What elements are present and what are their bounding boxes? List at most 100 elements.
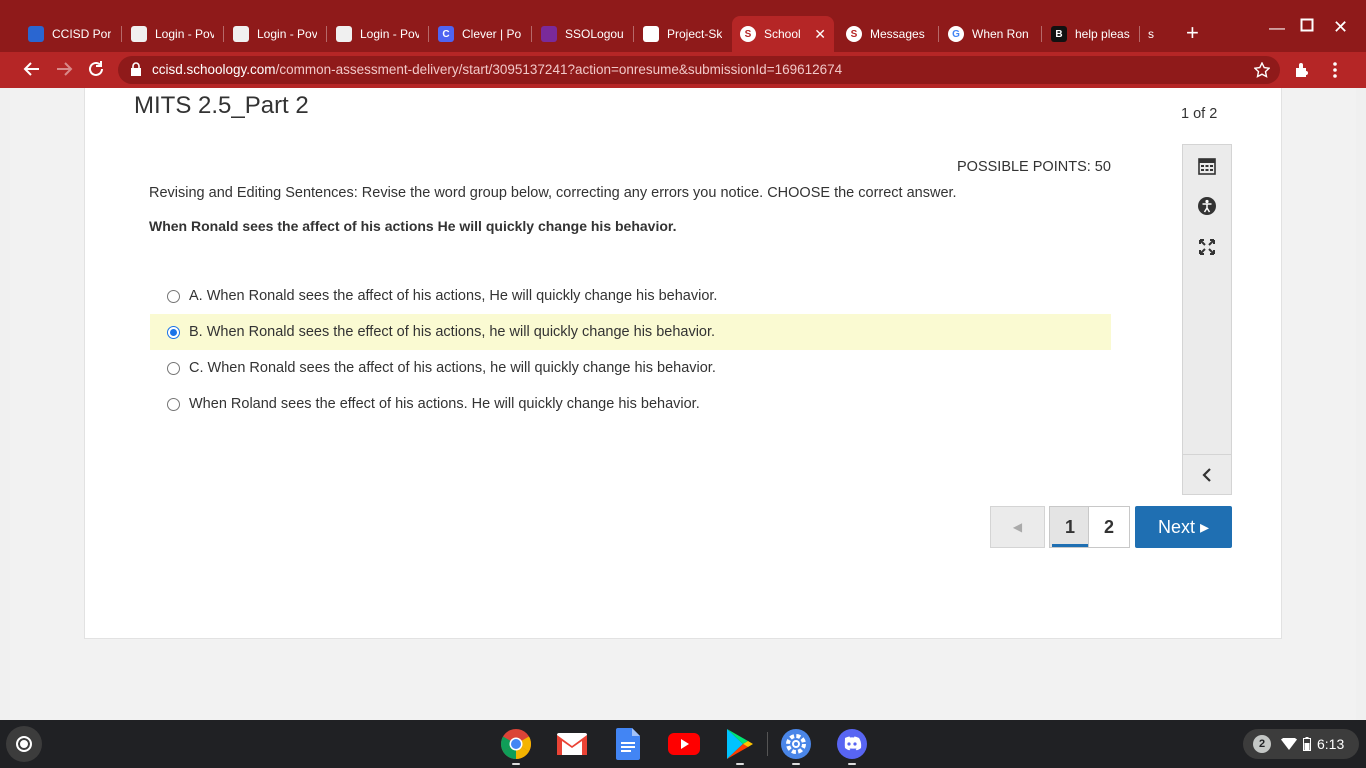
status-tray[interactable]: 2 6:13 (1243, 729, 1359, 759)
sso-icon (541, 26, 557, 42)
tab-title: Project-Sk (667, 27, 722, 41)
radio-button[interactable] (167, 397, 180, 411)
tab-separator (1041, 26, 1042, 42)
answer-choice[interactable]: A. When Ronald sees the affect of his ac… (150, 278, 1111, 314)
assessment-title: MITS 2.5_Part 2 (134, 92, 309, 119)
page-1-button[interactable]: 1 (1049, 506, 1091, 548)
tab-title: sc (1148, 27, 1154, 41)
notification-count: 2 (1253, 735, 1271, 753)
browser-tab[interactable]: Login - Pov (328, 18, 427, 50)
close-window-button[interactable]: ✕ (1333, 17, 1348, 38)
clever-icon: C (438, 26, 454, 42)
play-store-running-indicator (736, 763, 744, 765)
youtube-icon[interactable] (668, 728, 700, 760)
minimize-button[interactable]: — (1269, 20, 1285, 38)
tab-title: Login - Pov (155, 27, 214, 41)
powerschool-icon (336, 26, 352, 42)
tab-title: SSOLogout (565, 27, 624, 41)
back-arrow-icon (23, 62, 39, 76)
ccisd-icon (28, 26, 44, 42)
bookmark-star-icon[interactable] (1252, 60, 1272, 80)
tab-separator (428, 26, 429, 42)
schoology-icon: S (740, 26, 756, 42)
browser-tab[interactable]: G When Ron (940, 18, 1040, 50)
answer-choice-label: B. When Ronald sees the effect of his ac… (189, 324, 716, 340)
accessibility-icon[interactable] (1197, 196, 1217, 216)
url-host: ccisd.schoology.com (152, 62, 276, 77)
browser-tab[interactable]: C Clever | Po (430, 18, 530, 50)
wifi-icon (1281, 738, 1297, 750)
brainly-icon: B (1051, 26, 1067, 42)
tab-title: Login - Pov (360, 27, 419, 41)
next-button[interactable]: Next ▸ (1135, 506, 1232, 548)
browser-tab[interactable]: Project-Sk (635, 18, 730, 50)
chrome-icon[interactable] (500, 728, 532, 760)
question-counter: 1 of 2 (1181, 106, 1218, 122)
browser-tab[interactable]: SSOLogout (533, 18, 632, 50)
reload-button[interactable] (84, 57, 108, 81)
powerschool-icon (233, 26, 249, 42)
browser-tab[interactable]: Bhelp please (1043, 18, 1138, 50)
url-text[interactable]: ccisd.schoology.com/common-assessment-de… (152, 62, 842, 77)
gmail-icon[interactable] (556, 728, 588, 760)
forward-button[interactable] (52, 57, 76, 81)
radio-button[interactable] (167, 289, 180, 303)
tab-title: When Ron (972, 27, 1029, 41)
clock: 6:13 (1317, 736, 1345, 752)
browser-tab[interactable]: CCISD Por (20, 18, 120, 50)
shelf-divider (767, 732, 768, 756)
tab-title: Clever | Po (462, 27, 522, 41)
new-tab-button[interactable]: + (1186, 22, 1199, 44)
google-icon: G (948, 26, 964, 42)
answer-choice-label: C. When Ronald sees the affect of his ac… (189, 360, 716, 376)
tab-separator (633, 26, 634, 42)
tab-title: School (764, 27, 801, 41)
tab-separator (938, 26, 939, 42)
tab-title: help please (1075, 27, 1130, 41)
tab-title: Login - Pov (257, 27, 317, 41)
extensions-icon[interactable] (1292, 60, 1312, 80)
settings-icon[interactable] (780, 728, 812, 760)
discord-icon[interactable] (836, 728, 868, 760)
radio-button[interactable] (167, 325, 180, 339)
browser-tab[interactable]: Login - Pov (225, 18, 325, 50)
question-stem: When Ronald sees the affect of his actio… (149, 218, 677, 234)
maximize-button[interactable] (1300, 18, 1314, 37)
answer-choice-label: A. When Ronald sees the affect of his ac… (189, 288, 718, 304)
browser-menu-icon[interactable] (1325, 60, 1345, 80)
tab-separator (121, 26, 122, 42)
chrome-running-indicator (512, 763, 520, 765)
browser-tab[interactable]: S School ✕ (732, 16, 834, 52)
page-2-button[interactable]: 2 (1088, 506, 1130, 548)
browser-tab[interactable]: S Messages (838, 18, 937, 50)
radio-button[interactable] (167, 361, 180, 375)
schoology-icon: S (846, 26, 862, 42)
answer-choice[interactable]: When Roland sees the effect of his actio… (150, 386, 1111, 422)
battery-icon (1303, 737, 1311, 751)
reload-icon (89, 61, 103, 76)
powerschool-icon (131, 26, 147, 42)
browser-tab[interactable]: Login - Pov (123, 18, 222, 50)
possible-points: POSSIBLE POINTS: 50 (957, 159, 1111, 175)
lock-icon[interactable] (130, 62, 142, 76)
close-tab-icon[interactable]: ✕ (808, 26, 826, 43)
answer-choice-label: When Roland sees the effect of his actio… (189, 396, 700, 412)
tab-title: Messages (870, 27, 925, 41)
tab-title: CCISD Por (52, 27, 112, 41)
previous-page-button[interactable]: ◀ (990, 506, 1045, 548)
launcher-button[interactable] (6, 726, 42, 762)
tab-separator (223, 26, 224, 42)
docs-icon[interactable] (612, 728, 644, 760)
answer-choice[interactable]: C. When Ronald sees the affect of his ac… (150, 350, 1111, 386)
collapse-panel-chevron-icon[interactable] (1197, 465, 1217, 485)
forward-arrow-icon (57, 62, 73, 76)
discord-running-indicator (848, 763, 856, 765)
tab-separator (531, 26, 532, 42)
settings-running-indicator (792, 763, 800, 765)
fullscreen-icon[interactable] (1197, 237, 1217, 257)
answer-choice[interactable]: B. When Ronald sees the effect of his ac… (150, 314, 1111, 350)
back-button[interactable] (20, 57, 44, 81)
play-store-icon[interactable] (724, 728, 756, 760)
browser-tab[interactable]: sc (1140, 18, 1162, 50)
calculator-icon[interactable] (1197, 156, 1217, 176)
